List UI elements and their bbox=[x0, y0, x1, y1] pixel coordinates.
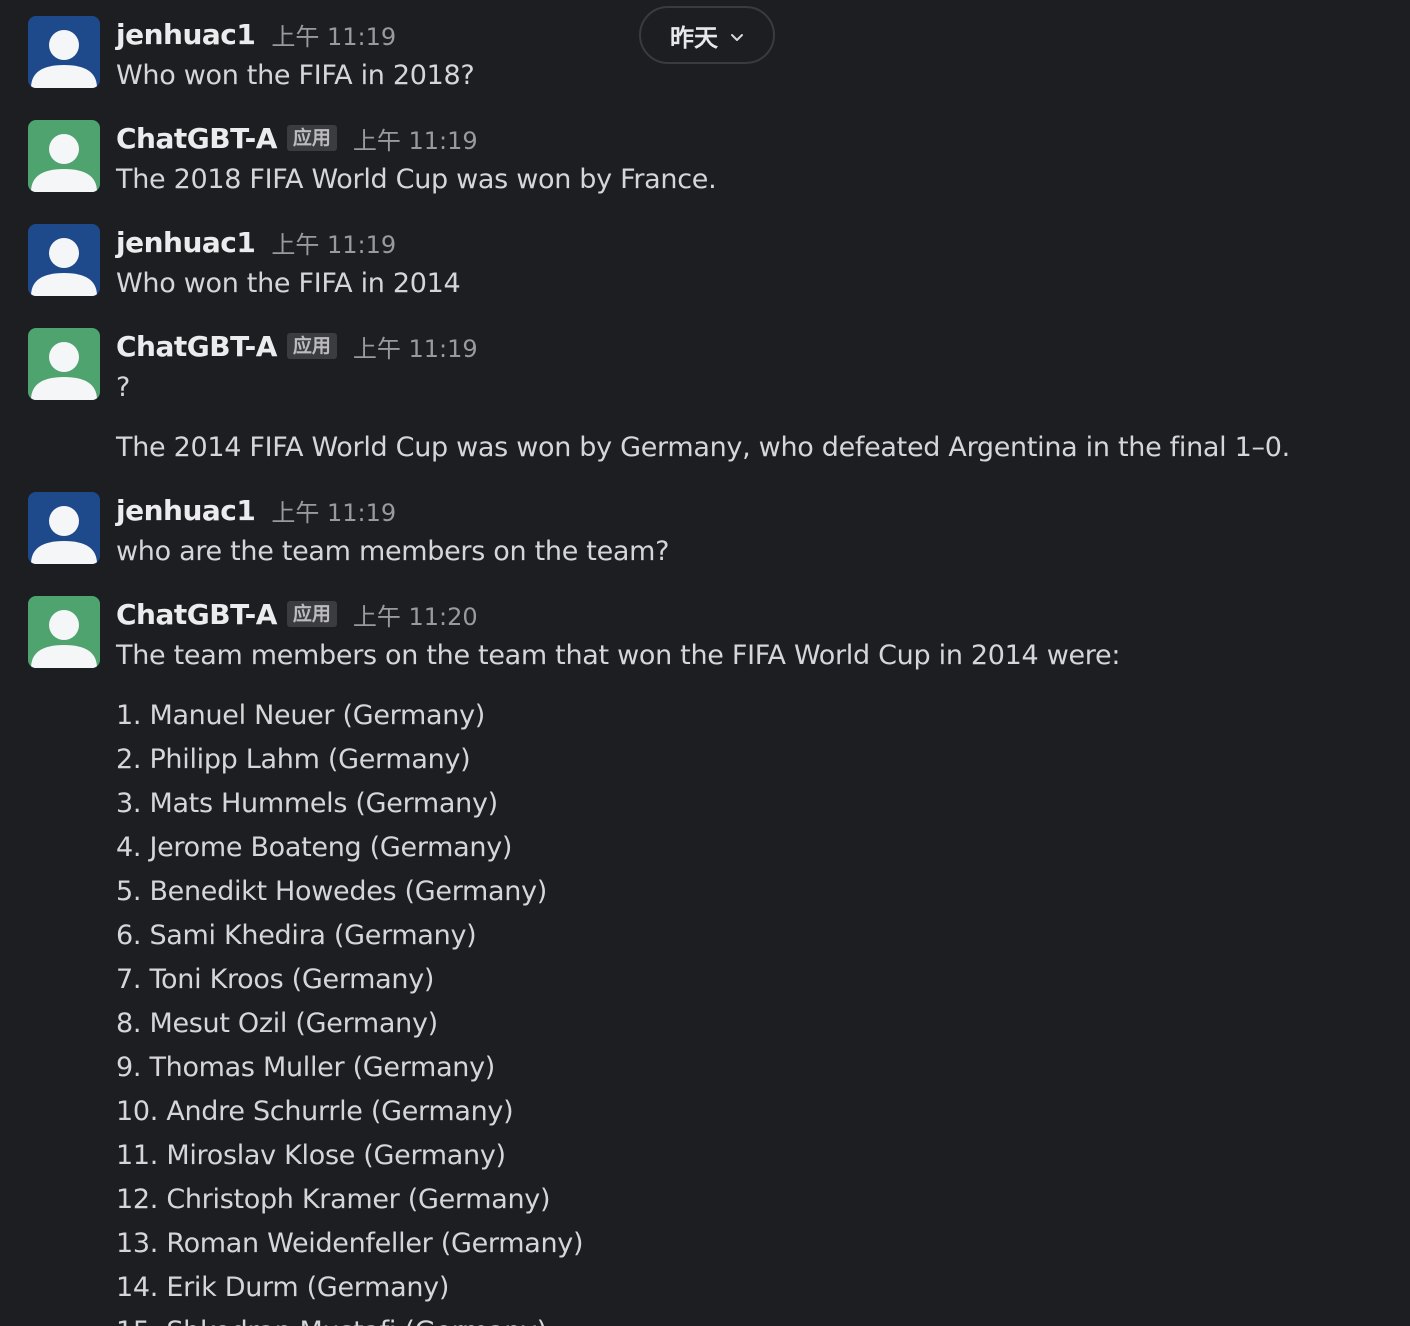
user-avatar-icon bbox=[28, 492, 100, 564]
app-badge: 应用 bbox=[286, 601, 337, 627]
list-item: 13. Roman Weidenfeller (Germany) bbox=[116, 1228, 584, 1259]
message-text: ? bbox=[116, 372, 131, 403]
message-header: jenhuac1 上午 11:19 bbox=[116, 224, 396, 260]
message-text: who are the team members on the team? bbox=[116, 536, 670, 567]
avatar[interactable] bbox=[28, 328, 100, 400]
avatar[interactable] bbox=[28, 492, 100, 564]
list-item: 2. Philipp Lahm (Germany) bbox=[116, 744, 471, 775]
bot-avatar-icon bbox=[28, 120, 100, 192]
date-divider-label: 昨天 bbox=[670, 23, 718, 52]
list-item: 12. Christoph Kramer (Germany) bbox=[116, 1184, 551, 1215]
list-item: 4. Jerome Boateng (Germany) bbox=[116, 832, 513, 863]
avatar[interactable] bbox=[28, 596, 100, 668]
list-item: 7. Toni Kroos (Germany) bbox=[116, 964, 435, 995]
list-item: 3. Mats Hummels (Germany) bbox=[116, 788, 498, 819]
message-text: The 2014 FIFA World Cup was won by Germa… bbox=[116, 432, 1290, 463]
sender-name[interactable]: jenhuac1 bbox=[116, 226, 256, 259]
list-item: 9. Thomas Muller (Germany) bbox=[116, 1052, 496, 1083]
message-list: jenhuac1 上午 11:19 Who won the FIFA in 20… bbox=[0, 0, 1410, 1326]
message-text: Who won the FIFA in 2014 bbox=[116, 268, 461, 299]
list-item: 6. Sami Khedira (Germany) bbox=[116, 920, 477, 951]
user-avatar-icon bbox=[28, 224, 100, 296]
list-item: 14. Erik Durm (Germany) bbox=[116, 1272, 450, 1303]
message-text: The team members on the team that won th… bbox=[116, 640, 1121, 671]
message-timestamp[interactable]: 上午 11:19 bbox=[271, 225, 396, 260]
list-item: 8. Mesut Ozil (Germany) bbox=[116, 1008, 438, 1039]
message-header: ChatGBT-A 应用 上午 11:19 bbox=[116, 328, 478, 364]
message-timestamp[interactable]: 上午 11:19 bbox=[271, 17, 396, 52]
sender-name[interactable]: ChatGBT-A bbox=[116, 330, 277, 363]
sender-name[interactable]: jenhuac1 bbox=[116, 18, 256, 51]
message-text: Who won the FIFA in 2018? bbox=[116, 60, 475, 91]
message-timestamp[interactable]: 上午 11:20 bbox=[353, 597, 478, 632]
message-timestamp[interactable]: 上午 11:19 bbox=[271, 493, 396, 528]
sender-name[interactable]: jenhuac1 bbox=[116, 494, 256, 527]
list-item: 10. Andre Schurrle (Germany) bbox=[116, 1096, 514, 1127]
message-timestamp[interactable]: 上午 11:19 bbox=[353, 121, 478, 156]
message-header: ChatGBT-A 应用 上午 11:20 bbox=[116, 596, 478, 632]
sender-name[interactable]: ChatGBT-A bbox=[116, 122, 277, 155]
avatar[interactable] bbox=[28, 120, 100, 192]
bot-avatar-icon bbox=[28, 328, 100, 400]
sender-name[interactable]: ChatGBT-A bbox=[116, 598, 277, 631]
avatar[interactable] bbox=[28, 16, 100, 88]
avatar[interactable] bbox=[28, 224, 100, 296]
bot-avatar-icon bbox=[28, 596, 100, 668]
chevron-down-icon bbox=[730, 21, 744, 49]
message-header: ChatGBT-A 应用 上午 11:19 bbox=[116, 120, 478, 156]
message-text: The 2018 FIFA World Cup was won by Franc… bbox=[116, 164, 717, 195]
app-badge: 应用 bbox=[286, 333, 337, 359]
list-item: 11. Miroslav Klose (Germany) bbox=[116, 1140, 506, 1171]
list-item: 1. Manuel Neuer (Germany) bbox=[116, 700, 485, 731]
message-timestamp[interactable]: 上午 11:19 bbox=[353, 329, 478, 364]
list-item: 5. Benedikt Howedes (Germany) bbox=[116, 876, 548, 907]
message-header: jenhuac1 上午 11:19 bbox=[116, 492, 396, 528]
app-badge: 应用 bbox=[286, 125, 337, 151]
date-divider-button[interactable]: 昨天 bbox=[639, 6, 775, 64]
list-item: 15. Shkodran Mustafi (Germany) bbox=[116, 1310, 547, 1326]
user-avatar-icon bbox=[28, 16, 100, 88]
message-header: jenhuac1 上午 11:19 bbox=[116, 16, 396, 52]
